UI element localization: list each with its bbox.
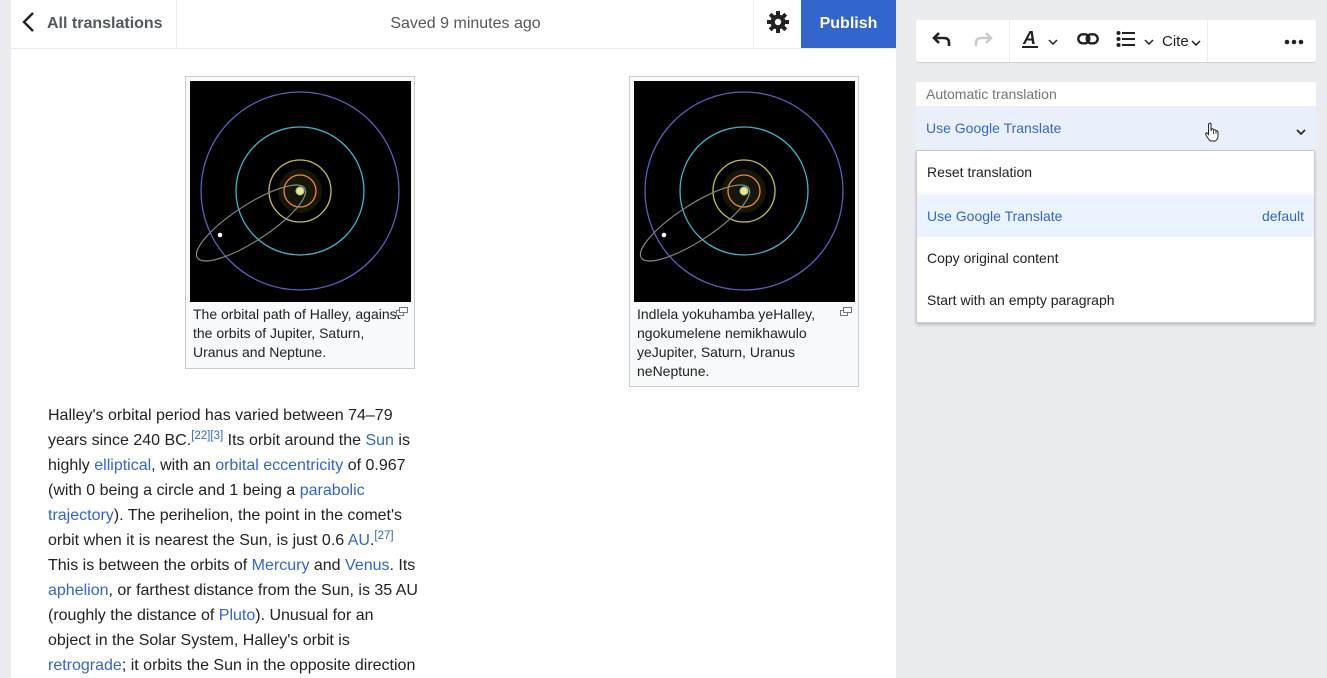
- hand-cursor-icon: [1204, 122, 1220, 145]
- reference-link[interactable]: [3]: [210, 430, 223, 442]
- menu-item-label: Use Google Translate: [927, 208, 1063, 224]
- text: and: [309, 557, 346, 574]
- text-style-icon: A: [1022, 28, 1040, 54]
- menu-item-label: Start with an empty paragraph: [927, 292, 1115, 308]
- cite-button[interactable]: Cite: [1162, 20, 1201, 62]
- comet-halley: [217, 232, 223, 238]
- editor-toolbar: A Cite: [916, 20, 1316, 62]
- link-elliptical[interactable]: elliptical: [94, 457, 151, 474]
- svg-text:A: A: [1022, 29, 1036, 48]
- halley-orbit-image[interactable]: [190, 81, 411, 302]
- chevron-down-icon: [1144, 32, 1154, 50]
- text: . Its: [389, 557, 416, 574]
- menu-item-start-empty-paragraph[interactable]: Start with an empty paragraph: [917, 279, 1314, 321]
- chevron-down-icon: [1191, 33, 1201, 50]
- menu-item-label: Copy original content: [927, 250, 1059, 266]
- enlarge-icon[interactable]: [396, 307, 408, 316]
- translation-options-menu: Reset translation Use Google Translate d…: [916, 150, 1315, 323]
- chevron-left-icon: [21, 11, 37, 38]
- sun: [739, 186, 749, 196]
- undo-button[interactable]: [932, 20, 952, 62]
- reference-link[interactable]: [27]: [374, 530, 393, 542]
- text: , with an: [151, 457, 216, 474]
- bullet-list-icon: [1116, 30, 1136, 53]
- article-paragraph[interactable]: Halley's orbital period has varied betwe…: [48, 403, 420, 678]
- menu-item-label: Reset translation: [927, 163, 1033, 180]
- save-status: Saved 9 minutes ago: [390, 15, 541, 32]
- gear-icon: [766, 10, 790, 39]
- redo-button[interactable]: [973, 20, 993, 62]
- publish-button[interactable]: Publish: [801, 0, 896, 48]
- menu-item-use-google-translate[interactable]: Use Google Translate default: [917, 195, 1314, 237]
- comet-halley: [661, 232, 667, 238]
- selected-service: Use Google Translate: [926, 119, 1062, 136]
- text-style-button[interactable]: A: [1022, 20, 1068, 62]
- more-icon: [1284, 32, 1304, 50]
- list-button[interactable]: [1112, 20, 1158, 62]
- top-bar: All translations Saved 9 minutes ago Pub…: [11, 0, 896, 49]
- undo-icon: [932, 30, 952, 53]
- link-sun[interactable]: Sun: [365, 432, 393, 449]
- more-options-button[interactable]: [1284, 20, 1304, 62]
- text: Its orbit around the: [223, 432, 366, 449]
- figure-caption: Indlela yokuhamba yeHalley, ngokumelene …: [634, 302, 854, 381]
- reference-link[interactable]: [22]: [191, 430, 210, 442]
- caption-text: The orbital path of Halley, against the …: [193, 306, 401, 360]
- menu-item-reset-translation[interactable]: Reset translation: [917, 151, 1314, 195]
- settings-button[interactable]: [753, 0, 801, 48]
- text: ; it orbits the Sun in the opposite dire…: [121, 657, 416, 674]
- translation-editor: All translations Saved 9 minutes ago Pub…: [11, 0, 896, 678]
- link-au[interactable]: AU: [348, 532, 370, 549]
- link-aphelion[interactable]: aphelion: [48, 582, 109, 599]
- text: This is between the orbits of: [48, 557, 252, 574]
- link-mercury[interactable]: Mercury: [252, 557, 310, 574]
- automatic-translation-heading: Automatic translation: [926, 86, 1057, 102]
- link-retrograde[interactable]: retrograde: [48, 657, 122, 674]
- figure-source: The orbital path of Halley, against the …: [185, 76, 415, 369]
- sun: [295, 186, 305, 196]
- caption-text: Indlela yokuhamba yeHalley, ngokumelene …: [637, 306, 815, 379]
- automatic-translation-panel: Automatic translation Use Google Transla…: [916, 82, 1316, 149]
- all-translations-label: All translations: [47, 15, 163, 32]
- redo-icon: [973, 30, 993, 53]
- link-pluto[interactable]: Pluto: [219, 607, 255, 624]
- figure-caption: The orbital path of Halley, against the …: [190, 302, 410, 362]
- cite-label: Cite: [1162, 32, 1189, 50]
- enlarge-icon[interactable]: [840, 307, 852, 316]
- chevron-down-icon: [1048, 32, 1058, 50]
- figure-translated: Indlela yokuhamba yeHalley, ngokumelene …: [629, 76, 859, 387]
- link-icon: [1077, 32, 1099, 51]
- link-orbital-eccentricity[interactable]: orbital eccentricity: [215, 457, 343, 474]
- link-venus[interactable]: Venus: [345, 557, 389, 574]
- menu-item-copy-original-content[interactable]: Copy original content: [917, 237, 1314, 279]
- default-badge: default: [1261, 208, 1304, 224]
- translation-service-dropdown[interactable]: Use Google Translate: [916, 106, 1316, 149]
- all-translations-button[interactable]: All translations: [11, 0, 177, 48]
- chevron-down-icon: [1296, 122, 1306, 138]
- link-button[interactable]: [1068, 20, 1108, 62]
- halley-orbit-image[interactable]: [634, 81, 855, 302]
